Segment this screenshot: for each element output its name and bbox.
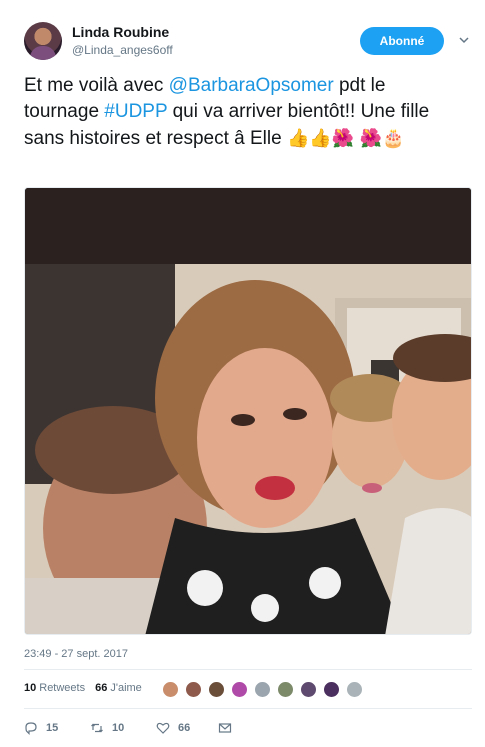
chevron-down-icon[interactable] [458,34,470,46]
tweet-text: Et me voilà avec @BarbaraOpsomer pdt le … [24,73,464,152]
likes-stat[interactable]: 66 J'aime [95,682,142,694]
liker-avatar[interactable] [231,681,248,698]
envelope-icon [218,723,232,733]
liker-avatar[interactable] [254,681,271,698]
retweet-count: 10 [112,722,125,734]
liker-avatar[interactable] [208,681,225,698]
retweets-count: 10 [24,682,37,694]
liker-avatar[interactable] [162,681,179,698]
birthday-cake-emoji: 🎂 [381,128,405,148]
liker-avatar[interactable] [185,681,202,698]
hibiscus-emoji: 🌺 [359,128,382,148]
engagement-stats: 10 Retweets 66 J'aime [24,682,152,694]
like-count: 66 [178,722,191,734]
liker-avatars [162,681,369,698]
liker-avatar[interactable] [323,681,340,698]
likes-count: 66 [95,682,108,694]
author-handle[interactable]: @Linda_anges6off [72,43,173,57]
direct-message-action[interactable] [218,721,240,735]
tweet-actions: 15 10 66 [24,721,240,735]
thumbs-up-emoji: 👍 [309,128,332,148]
tweet-photo[interactable] [24,187,472,635]
tweet-timestamp[interactable]: 23:49 - 27 sept. 2017 [24,648,128,660]
author-name[interactable]: Linda Roubine [72,24,169,40]
liker-avatar[interactable] [277,681,294,698]
hashtag-link[interactable]: #UDPP [104,101,167,122]
avatar[interactable] [24,22,62,60]
hibiscus-emoji: 🌺 [331,128,355,148]
retweets-label: Retweets [39,682,86,694]
like-action[interactable]: 66 [156,721,218,735]
mention-link[interactable]: @BarbaraOpsomer [169,75,334,96]
divider [24,708,472,709]
reply-action[interactable]: 15 [24,721,90,735]
retweet-action[interactable]: 10 [90,721,156,735]
selfie-photo-illustration [25,188,471,634]
divider [24,669,472,670]
liker-avatar[interactable] [300,681,317,698]
heart-icon [156,722,170,734]
likes-label: J'aime [110,682,142,694]
retweet-icon [91,723,103,733]
tweet-text-part: Et me voilà avec [24,75,169,96]
reply-count: 15 [46,722,59,734]
tweet-header: Linda Roubine @Linda_anges6off Abonné [24,20,476,62]
retweets-stat[interactable]: 10 Retweets [24,682,85,694]
follow-button[interactable]: Abonné [360,27,444,55]
reply-icon [25,722,37,735]
liker-avatar[interactable] [346,681,363,698]
thumbs-up-emoji: 👍 [286,128,310,148]
